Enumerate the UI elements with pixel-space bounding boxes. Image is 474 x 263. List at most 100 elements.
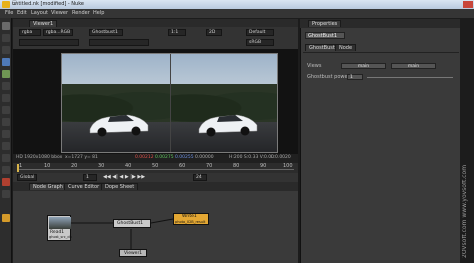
- menu-viewer[interactable]: Viewer: [51, 11, 68, 16]
- node-name-field[interactable]: GhostBust1: [305, 32, 345, 39]
- layer-dropdown[interactable]: rgba...RGB: [43, 29, 73, 36]
- menu-help[interactable]: Help: [93, 11, 104, 16]
- node-graph-tab-bar: Node Graph Curve Editor Dope Sheet: [13, 182, 298, 191]
- viewer-image: [61, 53, 278, 153]
- lut-dropdown[interactable]: Default: [246, 29, 274, 36]
- time-tool-icon[interactable]: [2, 46, 10, 54]
- input-a-dropdown[interactable]: Ghostbust1: [89, 29, 123, 36]
- image-left-eye: [62, 54, 170, 152]
- viewer-info-bar: HD 1920x1080 bbox x=1727 y= 81 0.00212 0…: [13, 154, 298, 163]
- read-thumbnail: [49, 217, 71, 229]
- nuke-app-icon: [2, 1, 10, 8]
- timeline-tick: 40: [125, 163, 132, 169]
- tab-ghostbust[interactable]: GhostBust: [305, 44, 339, 51]
- color-tool-icon[interactable]: [2, 70, 10, 78]
- node-viewer1[interactable]: Viewer1: [119, 249, 147, 257]
- watermark-text: 2OVsoft.com www.yovsoft.com: [462, 164, 468, 258]
- coords-label: x=1727 y= 81: [65, 155, 98, 160]
- merge-tool-icon[interactable]: [2, 106, 10, 114]
- red-value: 0.00212: [135, 155, 154, 160]
- zoom-dropdown[interactable]: 1:1: [168, 29, 186, 36]
- menu-edit[interactable]: Edit: [17, 11, 27, 16]
- menu-layout[interactable]: Layout: [31, 11, 48, 16]
- maximize-button[interactable]: □: [12, 1, 462, 6]
- timeline-tick: 100: [283, 163, 293, 169]
- other-tool-icon[interactable]: [2, 166, 10, 174]
- power-slider[interactable]: [367, 77, 453, 78]
- menu-bar: File Edit Layout Viewer Render Help: [0, 9, 474, 18]
- image-right-eye: [170, 54, 277, 152]
- timeline-tick: 10: [44, 163, 51, 169]
- alpha-value: 0.00000: [195, 155, 214, 160]
- watermark: 2OVsoft.com www.yovsoft.com: [462, 150, 474, 263]
- blue-value: 0.00255: [175, 155, 194, 160]
- proxy-dropdown[interactable]: sRGB: [246, 39, 274, 46]
- transform-tool-icon[interactable]: [2, 118, 10, 126]
- gamma-slider[interactable]: [89, 39, 149, 46]
- node-label: GhostBust1: [117, 221, 144, 226]
- green-value: 0.00275: [155, 155, 174, 160]
- keyer-tool-icon[interactable]: [2, 94, 10, 102]
- node-label: Write1: [182, 214, 197, 219]
- tab-viewer1[interactable]: Viewer1: [29, 20, 58, 27]
- range-dropdown[interactable]: Global: [17, 174, 37, 181]
- menu-file[interactable]: File: [5, 11, 13, 16]
- image-tool-icon[interactable]: [2, 22, 10, 30]
- node-graph[interactable]: Read1 ghost_src_dn GhostBust1 Write1 pho…: [13, 191, 298, 263]
- tab-node[interactable]: Node: [335, 44, 357, 51]
- node-ghostbust1[interactable]: GhostBust1: [113, 219, 151, 228]
- tab-node-graph[interactable]: Node Graph: [29, 183, 67, 190]
- timeline-tick: 90: [260, 163, 267, 169]
- channels-dropdown[interactable]: rgba: [19, 29, 41, 36]
- gain-slider[interactable]: [19, 39, 79, 46]
- viewer-controls: rgba rgba...RGB Ghostbust1 1:1 2D Defaul…: [13, 27, 298, 49]
- 3d-tool-icon[interactable]: [2, 130, 10, 138]
- format-label: HD 1920x1080 bbox: [16, 155, 63, 160]
- power-value-field[interactable]: 1: [347, 74, 363, 80]
- metadata-tool-icon[interactable]: [2, 154, 10, 162]
- channel-tool-icon[interactable]: [2, 58, 10, 66]
- timeline-tick: 1: [19, 163, 23, 169]
- frame-field[interactable]: 1: [83, 174, 97, 181]
- views-tool-icon[interactable]: [2, 142, 10, 150]
- timeline-tick: 60: [179, 163, 186, 169]
- timeline[interactable]: 1 10 20 30 40 50 60 70 80 90 100: [13, 163, 298, 173]
- plugin-tool-icon[interactable]: [2, 214, 10, 222]
- node-write1[interactable]: Write1 photo_02B_result: [173, 213, 209, 225]
- node-read1[interactable]: Read1 ghost_src_dn: [47, 215, 72, 241]
- properties-tab-bar: Properties: [300, 19, 460, 28]
- nuke-tool-icon[interactable]: [2, 190, 10, 198]
- prev-frame-icon[interactable]: ◀◀ ◀| ◀ ▶ |▶ ▶▶: [103, 175, 145, 180]
- timeline-tick: 70: [206, 163, 213, 169]
- viewer-canvas[interactable]: [13, 49, 298, 163]
- tab-dope-sheet[interactable]: Dope Sheet: [101, 183, 139, 190]
- car-right: [198, 114, 258, 137]
- views-left-field[interactable]: main: [341, 63, 386, 69]
- node-label: Viewer1: [124, 251, 143, 256]
- timeline-tick: 30: [98, 163, 105, 169]
- view-mode-dropdown[interactable]: 2D: [206, 29, 222, 36]
- viewer-tab-bar: Viewer1: [13, 19, 298, 27]
- timeline-tick: 80: [233, 163, 240, 169]
- close-button[interactable]: [463, 1, 473, 8]
- tab-curve-editor[interactable]: Curve Editor: [64, 183, 104, 190]
- toolbar-left: [0, 18, 12, 263]
- views-right-field[interactable]: main: [391, 63, 436, 69]
- filter-tool-icon[interactable]: [2, 82, 10, 90]
- timeline-tick: 50: [152, 163, 159, 169]
- car-left: [89, 114, 149, 137]
- node-sublabel: photo_02B_result: [175, 220, 206, 224]
- properties-panel: GhostBust1 GhostBust Node Views main mai…: [300, 28, 460, 263]
- lum-value: L:0.0020: [271, 155, 291, 160]
- title-bar: untitled.nk [modified] - Nuke – □: [0, 0, 474, 9]
- draw-tool-icon[interactable]: [2, 34, 10, 42]
- tab-properties[interactable]: Properties: [308, 20, 342, 27]
- node-sublabel: ghost_src_dn: [49, 235, 72, 239]
- playback-controls: Global 1 ◀◀ ◀| ◀ ▶ |▶ ▶▶ 24: [13, 173, 298, 182]
- furnace-tool-icon[interactable]: [2, 178, 10, 186]
- power-label: Ghostbust power: [307, 74, 350, 80]
- views-label: Views: [307, 63, 322, 69]
- menu-render[interactable]: Render: [72, 11, 90, 16]
- hsv-value: H:200 S:0.33 V:0.00: [229, 155, 274, 160]
- fps-field[interactable]: 24: [193, 174, 207, 181]
